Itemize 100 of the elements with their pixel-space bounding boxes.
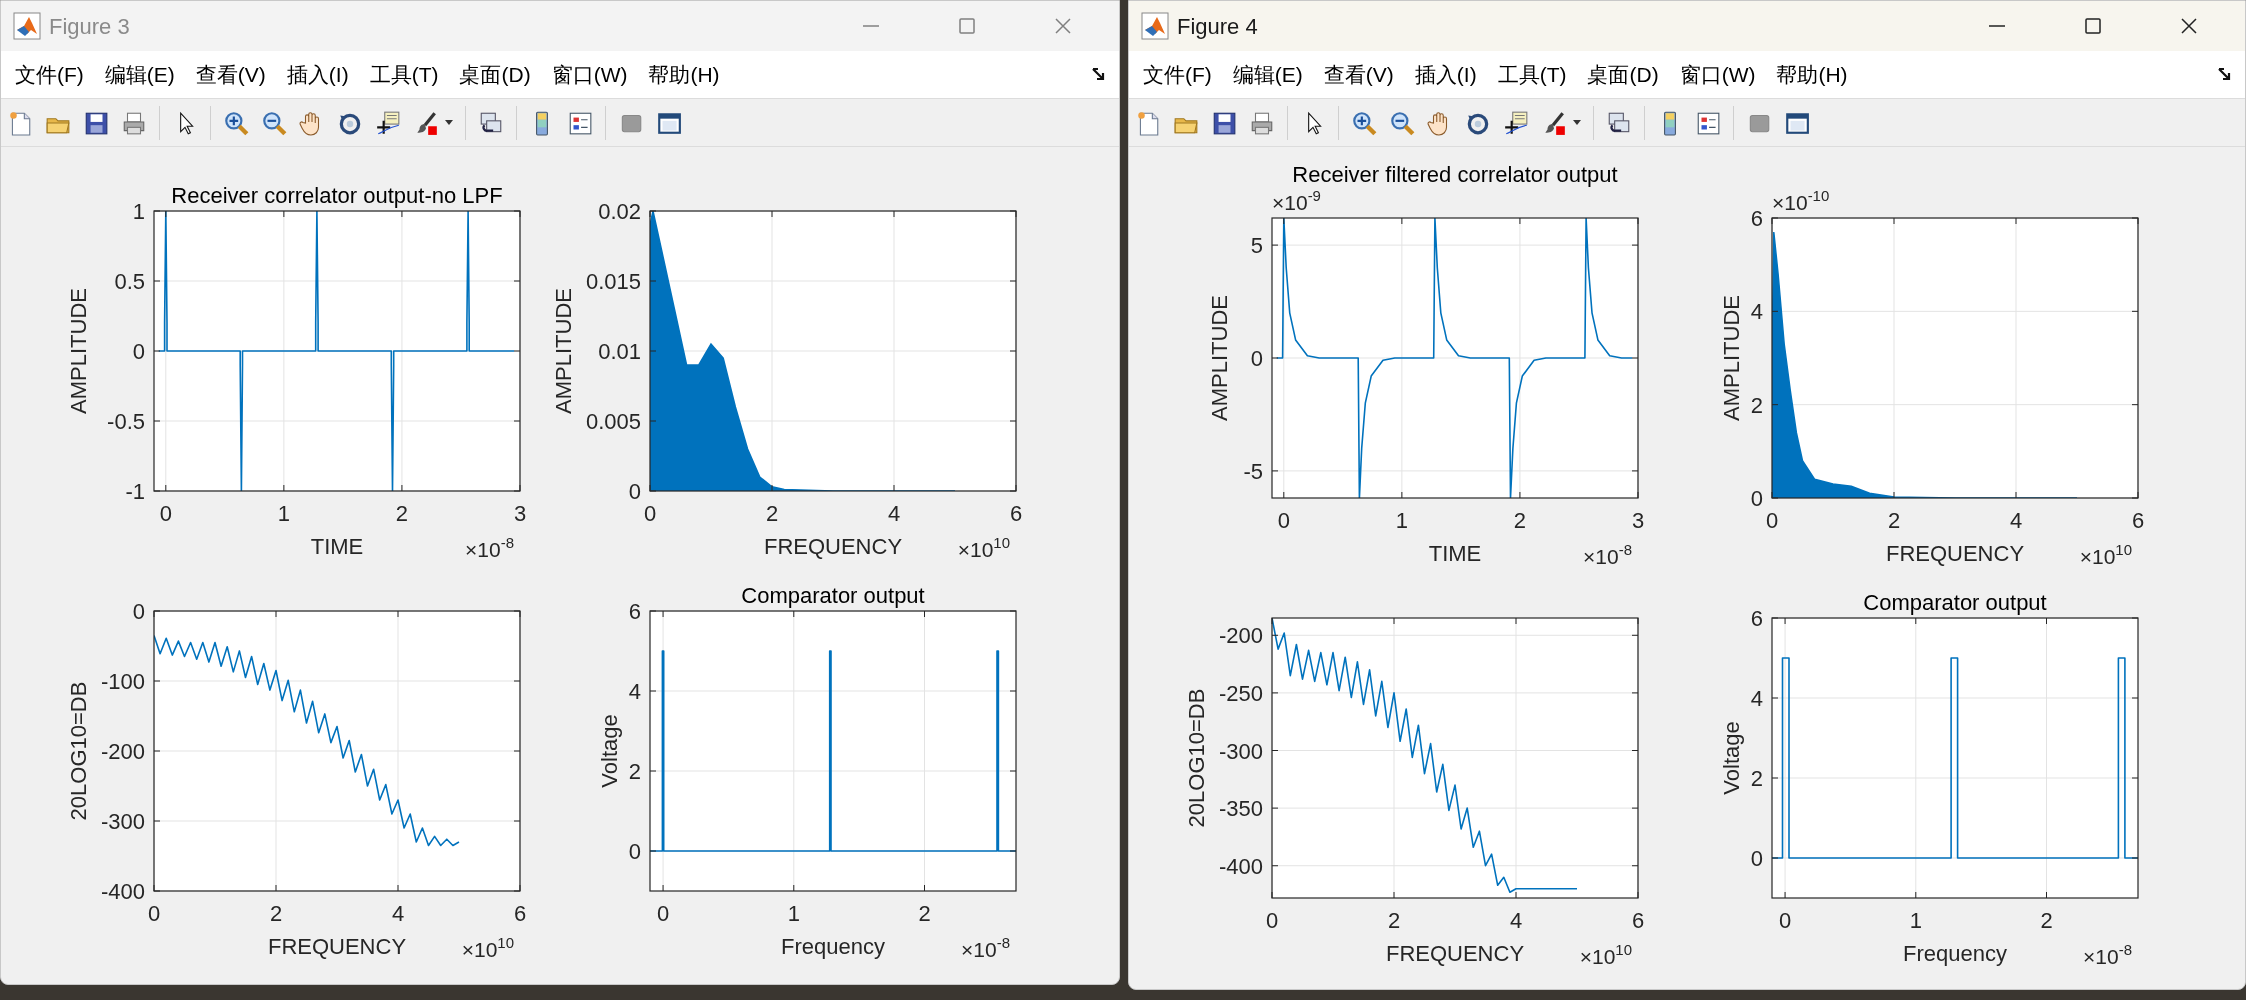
tick-label: 6	[1009, 501, 1023, 526]
axis-multiplier: ×10$^{10}$	[957, 534, 1010, 561]
axis-label: Frequency	[781, 934, 885, 959]
tick-label: -300	[100, 809, 145, 834]
tick-label: 3	[1631, 508, 1645, 533]
tick-label: 0	[147, 901, 161, 926]
tick-label: -200	[100, 739, 145, 764]
caret-icon[interactable]	[445, 119, 453, 126]
caret-icon[interactable]	[1573, 119, 1581, 126]
menu-item[interactable]: 编辑(E)	[98, 58, 181, 91]
tick-label: 0.015	[585, 269, 641, 294]
tick-label: 0	[628, 479, 641, 504]
axis-label: AMPLITUDE	[1207, 295, 1232, 421]
tick-label: 0	[1250, 346, 1263, 371]
app-logo-icon	[13, 12, 41, 40]
tick-label: 4	[1509, 908, 1523, 933]
tick-label: 2	[395, 501, 409, 526]
axis-multiplier: ×10$^{10}$	[1579, 941, 1632, 968]
axis-label: FREQUENCY	[267, 934, 407, 959]
window-title: Figure 3	[49, 12, 130, 41]
tick-label: 2	[1887, 508, 1901, 533]
tick-label: -1	[125, 479, 145, 504]
tick-label: 0	[1750, 486, 1763, 511]
tick-label: 6	[1750, 206, 1763, 231]
tick-label: 0	[159, 501, 172, 526]
tick-label: 4	[1750, 299, 1763, 325]
tick-label: 3	[513, 501, 527, 526]
axis-label: AMPLITUDE	[550, 288, 576, 414]
tick-label: 0	[132, 339, 145, 364]
axis-label: Voltage	[1718, 721, 1744, 795]
menu-item[interactable]: 工具(T)	[363, 58, 445, 91]
menu-item[interactable]: 查看(V)	[1317, 58, 1400, 91]
tick-label: 6	[628, 599, 641, 624]
tick-label: 0	[1750, 846, 1763, 871]
menu-item[interactable]: 帮助(H)	[642, 58, 726, 91]
dock-arrow-icon[interactable]	[2217, 66, 2233, 83]
axis-label: TIME	[1428, 541, 1482, 566]
axis-label: AMPLITUDE	[66, 288, 91, 414]
tick-label: -400	[100, 879, 145, 904]
tick-label: 0	[643, 501, 657, 526]
tick-label: -350	[1218, 796, 1263, 822]
tick-label: 0	[656, 901, 670, 926]
tick-label: 4	[628, 679, 641, 704]
tick-label: 2	[765, 501, 779, 526]
tick-label: 4	[887, 501, 901, 526]
tick-label: 0	[1765, 508, 1779, 533]
chart-title: Comparator output	[741, 583, 925, 608]
axis-label: 20LOG10=DB	[66, 681, 91, 821]
menu-item[interactable]: 文件(F)	[9, 58, 90, 91]
menu-item[interactable]: 桌面(D)	[453, 58, 537, 91]
tick-label: 4	[391, 901, 405, 926]
menu-item[interactable]: 窗口(W)	[1673, 58, 1762, 91]
axis-label: Frequency	[1903, 941, 2007, 966]
menu-item[interactable]: 插入(I)	[1408, 58, 1483, 91]
menu-item[interactable]: 帮助(H)	[1770, 58, 1854, 91]
menu-item[interactable]: 插入(I)	[280, 58, 355, 91]
tick-label: -100	[100, 669, 145, 694]
tick-label: 2	[628, 759, 641, 784]
tick-label: 2	[918, 901, 931, 926]
menu-item[interactable]: 工具(T)	[1491, 58, 1573, 91]
tick-label: 6	[2131, 508, 2145, 533]
tick-label: 0	[132, 599, 145, 624]
tick-label: 2	[1750, 766, 1763, 791]
axis-multiplier: ×10$^{-8}$	[2083, 941, 2132, 968]
axis-multiplier: ×10$^{-8}$	[961, 934, 1010, 961]
tick-label: 2	[2040, 908, 2053, 933]
menu-item[interactable]: 查看(V)	[189, 58, 272, 91]
tick-label: 0.5	[114, 269, 145, 294]
axis-multiplier: ×10$^{-10}$	[1772, 187, 1830, 214]
menu-item[interactable]: 桌面(D)	[1581, 58, 1665, 91]
tick-label: 1	[787, 901, 800, 926]
tick-label: -250	[1218, 680, 1263, 706]
chart-title: Receiver correlator output-no LPF	[171, 183, 503, 208]
axis-label: FREQUENCY	[1385, 941, 1525, 966]
axis-label: FREQUENCY	[763, 534, 903, 559]
tick-label: -300	[1218, 738, 1263, 764]
axis-multiplier: ×10$^{10}$	[461, 934, 514, 961]
menu-item[interactable]: 文件(F)	[1137, 58, 1218, 91]
axis-multiplier: ×10$^{-8}$	[465, 534, 514, 561]
tick-label: 1	[132, 199, 145, 224]
menu-item[interactable]: 编辑(E)	[1226, 58, 1309, 91]
tick-label: 0	[1778, 908, 1792, 933]
tick-label: 0	[628, 839, 641, 864]
menu-item[interactable]: 窗口(W)	[545, 58, 634, 91]
tick-label: 2	[1513, 508, 1527, 533]
chart-title: Receiver filtered correlator output	[1292, 162, 1618, 187]
tick-label: -400	[1218, 853, 1263, 879]
axis-multiplier: ×10$^{-9}$	[1272, 187, 1321, 214]
tick-label: 2	[1387, 908, 1401, 933]
tick-label: 1	[1395, 508, 1408, 533]
tick-label: 2	[269, 901, 283, 926]
tick-label: 0	[1277, 508, 1290, 533]
tick-label: 0.01	[598, 339, 641, 364]
axis-label: Voltage	[596, 714, 622, 788]
window-title: Figure 4	[1177, 12, 1258, 41]
tick-label: 2	[1750, 392, 1763, 418]
axis-label: TIME	[310, 534, 364, 559]
dock-arrow-icon[interactable]	[1091, 66, 1107, 83]
tick-label: 6	[1750, 606, 1763, 631]
chart-title: Comparator output	[1863, 590, 2047, 615]
